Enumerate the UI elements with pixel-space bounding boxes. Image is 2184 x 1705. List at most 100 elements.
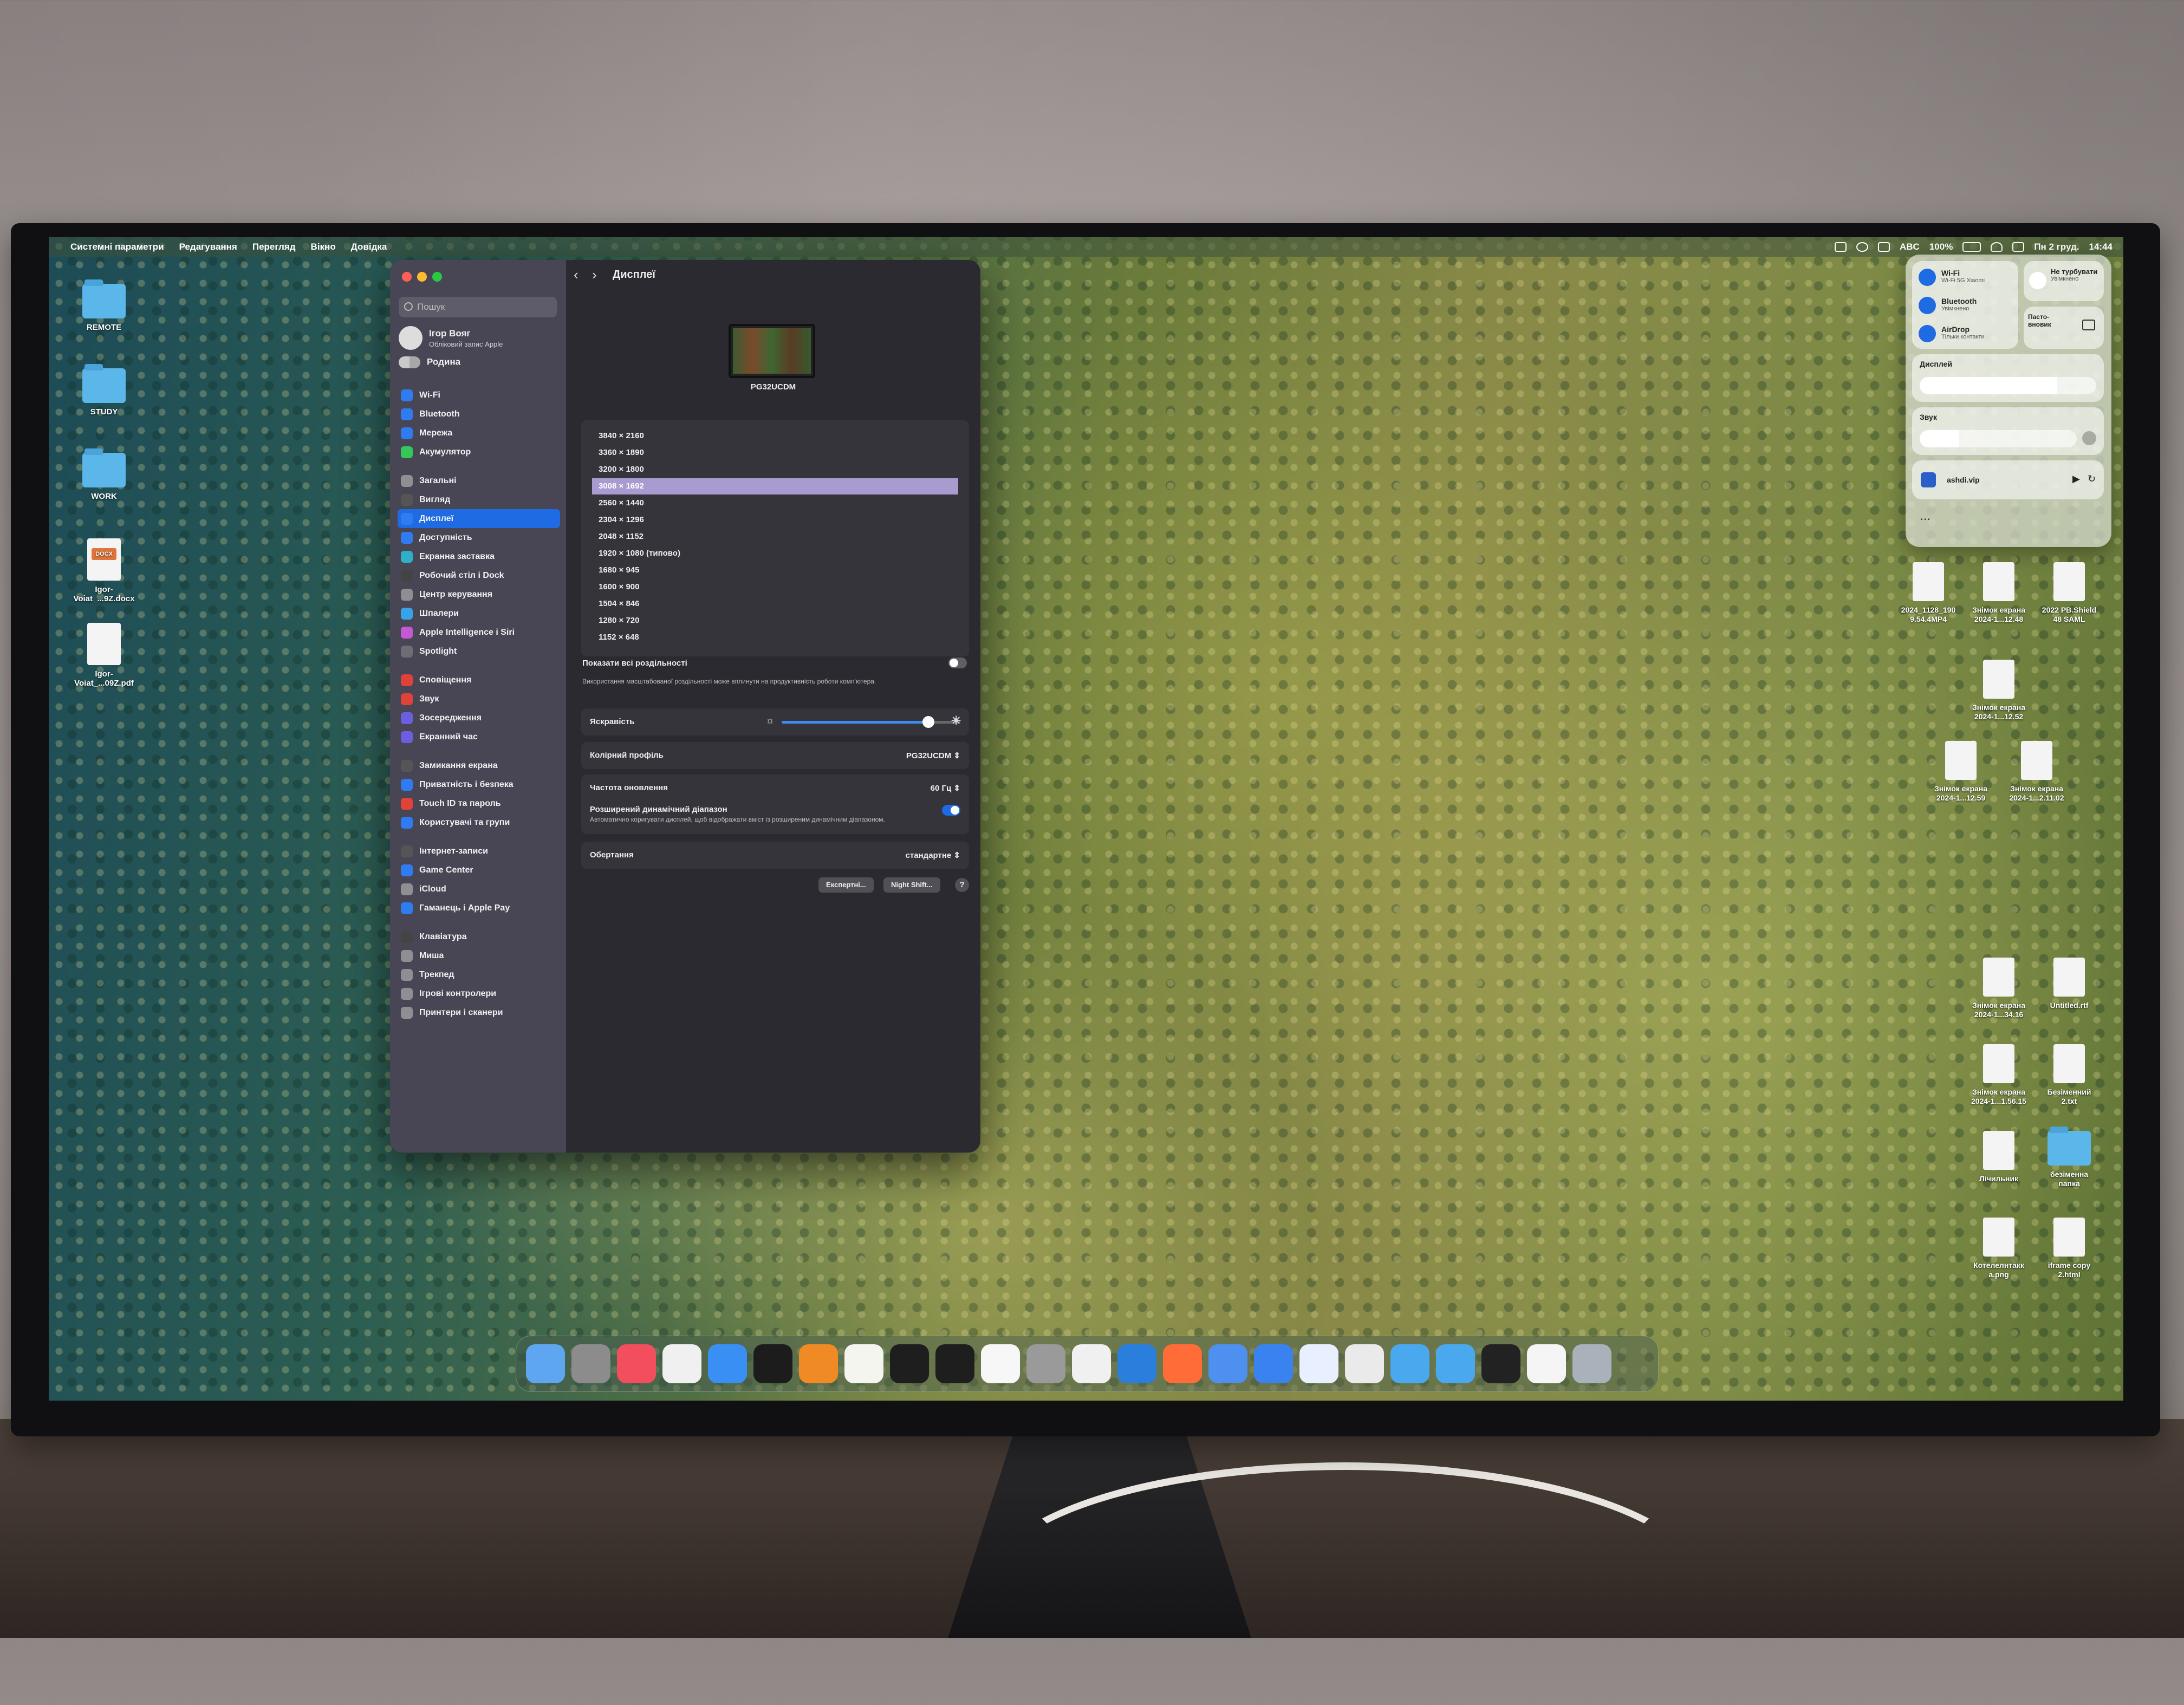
desktop-file[interactable]: Безіменний 2.txt (2031, 1044, 2107, 1106)
sidebar-item[interactable]: Робочий стіл і Dock (398, 566, 560, 585)
wifi-icon[interactable] (1991, 242, 2003, 252)
resolution-option[interactable]: 3200 × 1800 (592, 461, 958, 478)
sidebar-item[interactable]: Game Center (398, 861, 560, 880)
sidebar-item[interactable]: Wi-Fi (398, 386, 560, 405)
search-input[interactable]: Пошук (399, 297, 557, 317)
night-shift-button[interactable]: Night Shift... (883, 877, 940, 893)
desktop-pdf-file[interactable]: Igor-Voiat_...09Z.pdf (66, 623, 142, 688)
wifi-control[interactable]: Wi-Fi Wi-Fi 5G Xiaomi (1941, 269, 1985, 284)
desktop-file[interactable]: 2022 PB.Shield 48 SAML (2031, 562, 2107, 624)
monitor-thumbnail[interactable] (729, 324, 815, 378)
dnd-control[interactable]: Не турбувати Увімкнено (2051, 268, 2100, 282)
resolution-option[interactable]: 1504 × 846 (592, 596, 958, 612)
rotation-row[interactable]: Обертання стандартне ⇕ (581, 842, 969, 869)
dock-app-системні-параметри-icon[interactable] (1026, 1344, 1065, 1383)
resolution-option[interactable]: 3840 × 2160 (592, 428, 958, 444)
resolution-option[interactable]: 1152 × 648 (592, 629, 958, 646)
sidebar-item[interactable]: Замикання екрана (398, 756, 560, 775)
desktop-file[interactable]: Знімок екрана 2024-1...12.52 (1961, 660, 2037, 721)
forward-chevron-icon[interactable]: › (592, 266, 597, 283)
desktop-docx-file[interactable]: DOCX Igor-Voiat_...9Z.docx (66, 538, 142, 603)
dock-app-bin-icon[interactable] (1572, 1344, 1611, 1383)
resolution-option[interactable]: 3008 × 1692 (592, 478, 958, 494)
dock-app-safari-icon[interactable] (708, 1344, 747, 1383)
dock-app-скриншот-icon[interactable] (571, 1344, 610, 1383)
dock-app-ігри-icon[interactable] (1254, 1344, 1293, 1383)
refresh-rate-select[interactable]: 60 Гц ⇕ (931, 783, 960, 793)
help-button[interactable]: ? (955, 878, 969, 892)
sidebar-item[interactable]: Приватність і безпека (398, 775, 560, 794)
volume-slider[interactable] (1920, 430, 2077, 447)
sidebar-item[interactable]: Вигляд (398, 490, 560, 509)
sidebar-item[interactable]: Звук (398, 689, 560, 708)
dock-app-книги-icon[interactable] (799, 1344, 838, 1383)
sidebar-item[interactable]: Інтернет-записи (398, 842, 560, 861)
color-profile-row[interactable]: Колірний профіль PG32UCDM ⇕ (581, 742, 969, 769)
desktop-folder-remote[interactable]: REMOTE (66, 279, 142, 332)
dock-app-intellij-idea-icon[interactable] (753, 1344, 792, 1383)
desktop-folder-work[interactable]: WORK (66, 448, 142, 501)
menu-app-name[interactable]: Системні параметри (70, 242, 164, 252)
sidebar-item[interactable]: Клавіатура (398, 927, 560, 946)
dock-app-synchronize-icon[interactable] (1345, 1344, 1384, 1383)
dock-app-docker-icon[interactable] (1117, 1344, 1156, 1383)
brightness-slider[interactable] (782, 716, 960, 728)
dock-app-photos-icon[interactable] (981, 1344, 1020, 1383)
zoom-icon[interactable] (432, 272, 442, 282)
desktop-file[interactable]: Знімок екрана 2024-1...12.59 (1923, 741, 1999, 803)
dock-app-chrome-icon[interactable] (1072, 1344, 1111, 1383)
sidebar-item[interactable]: Шпалери (398, 604, 560, 623)
airdrop-control[interactable]: AirDrop Тільки контакти (1941, 325, 1985, 340)
sidebar-item-family[interactable]: Родина (399, 356, 460, 368)
sidebar-item[interactable]: Гаманець і Apple Pay (398, 899, 560, 917)
control-center-icon[interactable] (2012, 242, 2025, 252)
dock-app-моніторинг-icon[interactable] (935, 1344, 974, 1383)
sidebar-item[interactable]: Екранна заставка (398, 547, 560, 566)
sidebar-item[interactable]: Зосередження (398, 708, 560, 727)
display-brightness-slider[interactable] (1920, 377, 2096, 394)
input-source-label[interactable]: ABC (1900, 242, 1920, 252)
sidebar-item[interactable]: Spotlight (398, 642, 560, 661)
focus-icon[interactable] (1856, 242, 1868, 252)
sidebar-item[interactable]: Apple Intelligence і Siri (398, 623, 560, 642)
sidebar-item[interactable]: iCloud (398, 880, 560, 899)
minimize-icon[interactable] (417, 272, 427, 282)
resolution-option[interactable]: 2304 × 1296 (592, 512, 958, 528)
dock-app-launchpad-icon[interactable] (662, 1344, 701, 1383)
resolution-option[interactable]: 1600 × 900 (592, 579, 958, 595)
desktop-folder-study[interactable]: STUDY (66, 364, 142, 417)
sidebar-item[interactable]: Акумулятор (398, 442, 560, 461)
resolution-option[interactable]: 2048 × 1152 (592, 529, 958, 545)
play-icon[interactable]: ▶ (2072, 473, 2080, 485)
dock-app-xcode-icon[interactable] (1208, 1344, 1247, 1383)
menubar-date[interactable]: Пн 2 груд. (2034, 242, 2079, 252)
resolution-option[interactable]: 1280 × 720 (592, 613, 958, 629)
menu-help[interactable]: Довідка (351, 242, 387, 252)
desktop-file[interactable]: Лічильник (1961, 1131, 2037, 1183)
desktop-file[interactable]: 2024_1128_190 9.54.4MP4 (1890, 562, 1966, 624)
airdrop-icon[interactable] (1919, 325, 1936, 342)
rotation-select[interactable]: стандартне ⇕ (906, 850, 960, 860)
sidebar-item[interactable]: Сповіщення (398, 671, 560, 689)
sidebar-item[interactable]: Миша (398, 946, 560, 965)
back-chevron-icon[interactable]: ‹ (574, 266, 578, 283)
sidebar-item[interactable]: Дисплеї (398, 509, 560, 528)
sidebar-item[interactable]: Bluetooth (398, 405, 560, 424)
dock-app-music-icon[interactable] (617, 1344, 656, 1383)
desktop-file[interactable]: Знімок екрана 2024-1...1.56.15 (1961, 1044, 2037, 1106)
dock-app-finder-icon[interactable] (526, 1344, 565, 1383)
dock-app-folder-icon[interactable] (1390, 1344, 1429, 1383)
menu-view[interactable]: Перегляд (252, 242, 296, 252)
dock-app-terminal-icon[interactable] (1481, 1344, 1520, 1383)
desktop-file[interactable]: Знімок екрана 2024-1...12.48 (1961, 562, 2037, 624)
resolution-option[interactable]: 3360 × 1890 (592, 445, 958, 461)
sidebar-item[interactable]: Екранний час (398, 727, 560, 746)
resolution-option[interactable]: 1920 × 1080 (типово) (592, 545, 958, 562)
desktop-file[interactable]: Знімок екрана 2024-1...2.11.02 (1999, 741, 2075, 803)
dock-app-archive-icon[interactable] (1527, 1344, 1566, 1383)
bluetooth-control[interactable]: Bluetooth Увімкнено (1941, 297, 1977, 312)
sidebar-item[interactable]: Загальні (398, 471, 560, 490)
dock-app-bluetooth-icon[interactable] (1299, 1344, 1338, 1383)
advanced-button[interactable]: Експертні... (818, 877, 874, 893)
sidebar-item[interactable]: Принтери і сканери (398, 1003, 560, 1022)
